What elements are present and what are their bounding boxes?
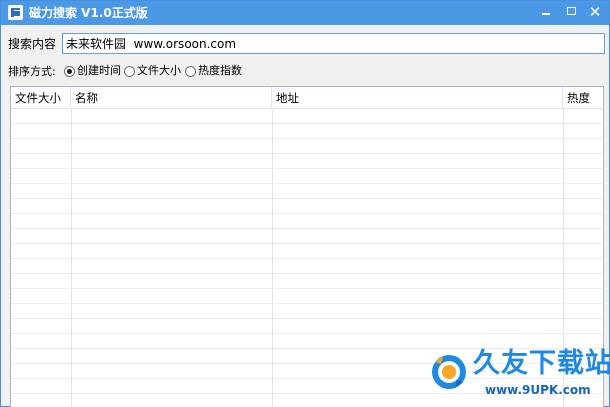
column-divider xyxy=(272,109,273,407)
minimize-icon xyxy=(542,12,550,15)
sort-option-label: 创建时间 xyxy=(77,64,121,77)
search-input[interactable] xyxy=(62,33,605,54)
close-button[interactable]: ✕ xyxy=(582,1,608,25)
watermark-url: www.9UPK.com xyxy=(485,383,591,397)
app-icon xyxy=(8,5,23,20)
table-header: 文件大小 名称 地址 热度 xyxy=(11,87,603,109)
radio-checked-icon[interactable] xyxy=(64,65,75,77)
title-bar[interactable]: 磁力搜索 V1.0正式版 ✕ xyxy=(1,1,609,25)
sort-option-popularity[interactable]: 热度指数 xyxy=(185,64,242,78)
column-header-popularity[interactable]: 热度 xyxy=(563,87,603,109)
maximize-button[interactable] xyxy=(558,1,584,25)
maximize-icon xyxy=(566,6,576,15)
sort-option-label: 文件大小 xyxy=(137,64,181,77)
app-window: 磁力搜索 V1.0正式版 ✕ 搜索内容 排序方式: 创建时间 文件大小 热度指数… xyxy=(0,0,610,407)
search-label: 搜索内容 xyxy=(8,37,57,51)
column-divider xyxy=(71,109,72,407)
watermark-logo-icon xyxy=(432,355,466,389)
watermark-title: 久友下载站 xyxy=(473,348,610,379)
radio-unchecked-icon[interactable] xyxy=(124,65,135,77)
sort-label: 排序方式: xyxy=(8,65,56,78)
close-icon: ✕ xyxy=(588,3,602,21)
sort-option-file-size[interactable]: 文件大小 xyxy=(124,64,181,78)
minimize-button[interactable] xyxy=(533,1,559,25)
column-header-address[interactable]: 地址 xyxy=(272,87,563,109)
column-header-name[interactable]: 名称 xyxy=(71,87,272,109)
watermark: 久友下载站 www.9UPK.com xyxy=(427,346,610,406)
window-title: 磁力搜索 V1.0正式版 xyxy=(29,6,148,20)
sort-option-label: 热度指数 xyxy=(198,64,242,77)
column-header-file-size[interactable]: 文件大小 xyxy=(11,87,71,109)
sort-option-created-time[interactable]: 创建时间 xyxy=(64,64,121,78)
radio-unchecked-icon[interactable] xyxy=(185,65,196,77)
